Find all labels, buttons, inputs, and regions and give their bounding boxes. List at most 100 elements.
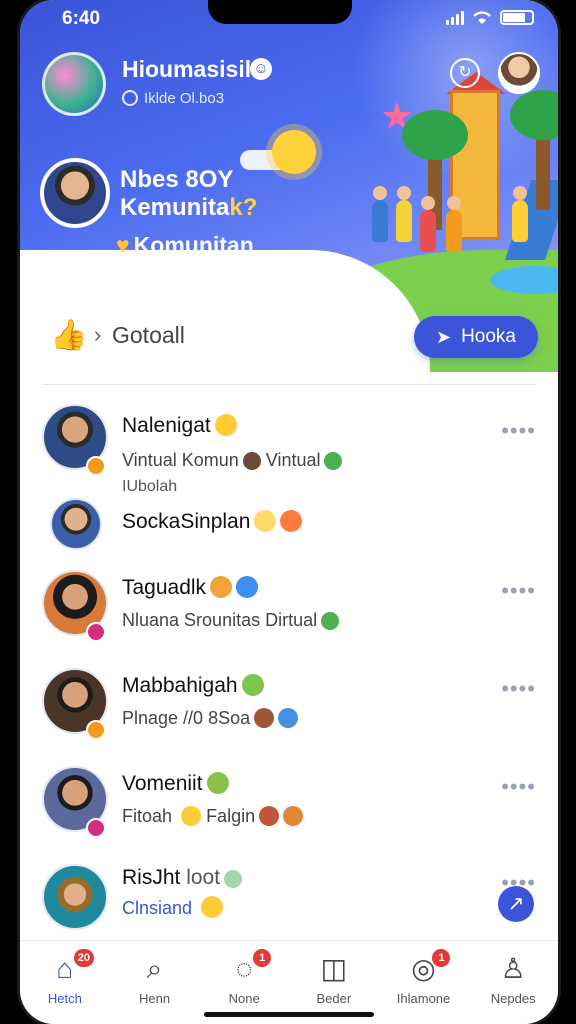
member-status: Nluana Srounitas Dirtual [122,610,340,631]
profile-icon: ♙ [500,953,526,984]
tab-notifications[interactable]: ◎ 1 Ihlamone [379,941,469,1024]
robot-emoji-icon [224,870,243,888]
more-options-icon[interactable]: •••• [501,774,536,800]
person-emoji-icon [278,708,299,728]
child-figure [372,186,388,242]
game-icon: ◫ [320,953,348,984]
member-name-text: SockaSinplan [122,510,251,533]
member-avatar[interactable] [50,498,102,550]
header-wave [20,250,430,372]
member-status-text-b: Falgin [206,806,256,826]
child-figure [512,186,528,242]
member-status-text: Nluana Srounitas Dirtual [122,610,318,630]
community-title-line-1: Nbes 8OY [120,166,234,193]
tab-label: Ihlamone [396,991,451,1006]
user-name: Hioumasisil [122,56,252,82]
profile-avatar[interactable] [498,52,540,94]
checkmark-emoji-icon [236,576,259,598]
phone-screen: ★ Hioumasisil ☺ Iklde Ol.bo3 ↻ Nbes 8OY [20,0,558,1024]
more-options-icon[interactable]: •••• [501,418,536,444]
member-name-suffix: loot [186,866,221,889]
member-status-text: Clnsiand [122,898,193,918]
tab-label: Henn [138,991,171,1006]
more-options-icon[interactable]: •••• [501,578,536,604]
home-icon: ⌂ [56,953,74,984]
status-icons [446,10,534,25]
list-item[interactable]: Mabbahigah Plnage //0 8Soa •••• [20,666,558,758]
person-emoji-icon [242,452,261,470]
member-name: Nalenigat [122,414,237,438]
tree-decoration [510,90,558,210]
hand-emoji-icon [283,806,304,826]
status-bar: 6:40 [20,0,558,36]
thumbs-up-icon[interactable]: 👍 [50,318,87,353]
home-indicator[interactable] [204,1012,374,1017]
notification-icon: ◎ [411,953,436,984]
user-subtitle-text: Iklde Ol.bo3 [144,90,225,107]
community-header: ★ Hioumasisil ☺ Iklde Ol.bo3 ↻ Nbes 8OY [20,0,558,372]
member-name-text: Nalenigat [122,414,211,437]
status-badge [86,818,106,838]
status-badge [86,456,106,476]
divider [42,384,536,385]
notification-badge: 20 [73,949,95,967]
member-name: SockaSinplan [122,510,303,534]
list-item[interactable]: Nalenigat Vintual Komun Vintual IUbolah … [20,400,558,495]
community-title-line-2: Kemunita [120,194,230,221]
hook-button-label: Hooka [461,326,516,347]
battery-icon [500,10,534,25]
kiss-emoji-icon [241,674,264,696]
sync-icon[interactable]: ↻ [450,58,480,88]
status-time: 6:40 [62,8,101,29]
list-item[interactable]: Vomeniit Fitoah Falgin •••• [20,764,558,856]
more-options-icon[interactable]: •••• [501,676,536,702]
tab-label: Nepdes [490,991,536,1006]
member-status-text: Plnage //0 8Soa [122,708,251,728]
tab-profile[interactable]: ♙ Nepdes [468,941,558,1024]
search-icon: ⌕ [146,953,163,984]
member-status-text: Vintual Komun [122,450,239,470]
clock-icon [122,90,138,106]
member-status-text: Fitoah [122,806,173,826]
phone-emoji-icon [206,772,229,794]
thinking-emoji-icon [201,896,224,918]
member-name-text: Mabbahigah [122,674,238,697]
sweat-emoji-icon [181,806,202,826]
woman-emoji-icon [254,708,275,728]
child-figure [420,196,436,252]
tab-label: Beder [316,991,352,1006]
member-name-text: Taguadlk [122,576,207,599]
member-avatar[interactable] [42,864,108,930]
plant-emoji-icon [321,612,340,630]
user-avatar[interactable] [42,52,106,116]
member-name: Taguadlk [122,576,259,600]
send-icon: ➤ [435,326,452,347]
tab-label: None [228,991,260,1006]
compose-button[interactable]: ↗ [498,886,534,922]
chevron-right-icon: › [94,322,102,347]
flag-emoji-icon [210,576,233,598]
community-title-accent: k? [229,194,258,221]
smile-emoji-icon [214,414,237,436]
member-status: Plnage //0 8Soa [122,708,299,729]
status-badge [86,720,106,740]
breadcrumb-label[interactable]: Gotoall [112,322,185,349]
list-item[interactable]: Taguadlk Nluana Srounitas Dirtual •••• [20,568,558,660]
leaf-emoji-icon [324,452,343,470]
member-status: Vintual Komun Vintual [122,450,343,471]
tab-home[interactable]: ⌂ 20 Hetch [20,941,110,1024]
happy-emoji-icon [254,510,277,532]
community-avatar[interactable] [40,158,110,228]
member-name: Mabbahigah [122,674,264,698]
member-name: Vomeniit [122,772,229,796]
hook-button[interactable]: ➤ Hooka [414,316,538,358]
community-title: Nbes 8OY Kemunitak? [120,166,290,222]
member-name: RisJht loot [122,866,243,890]
child-figure [396,186,412,242]
grin-emoji-icon [280,510,303,532]
community-tag-label: Komunitan [133,232,254,258]
member-name-text: Vomeniit [122,772,203,795]
tab-search[interactable]: ⌕ Henn [110,941,200,1024]
member-status-text-b: Vintual [265,450,321,470]
chat-icon: ◌ [235,953,253,984]
